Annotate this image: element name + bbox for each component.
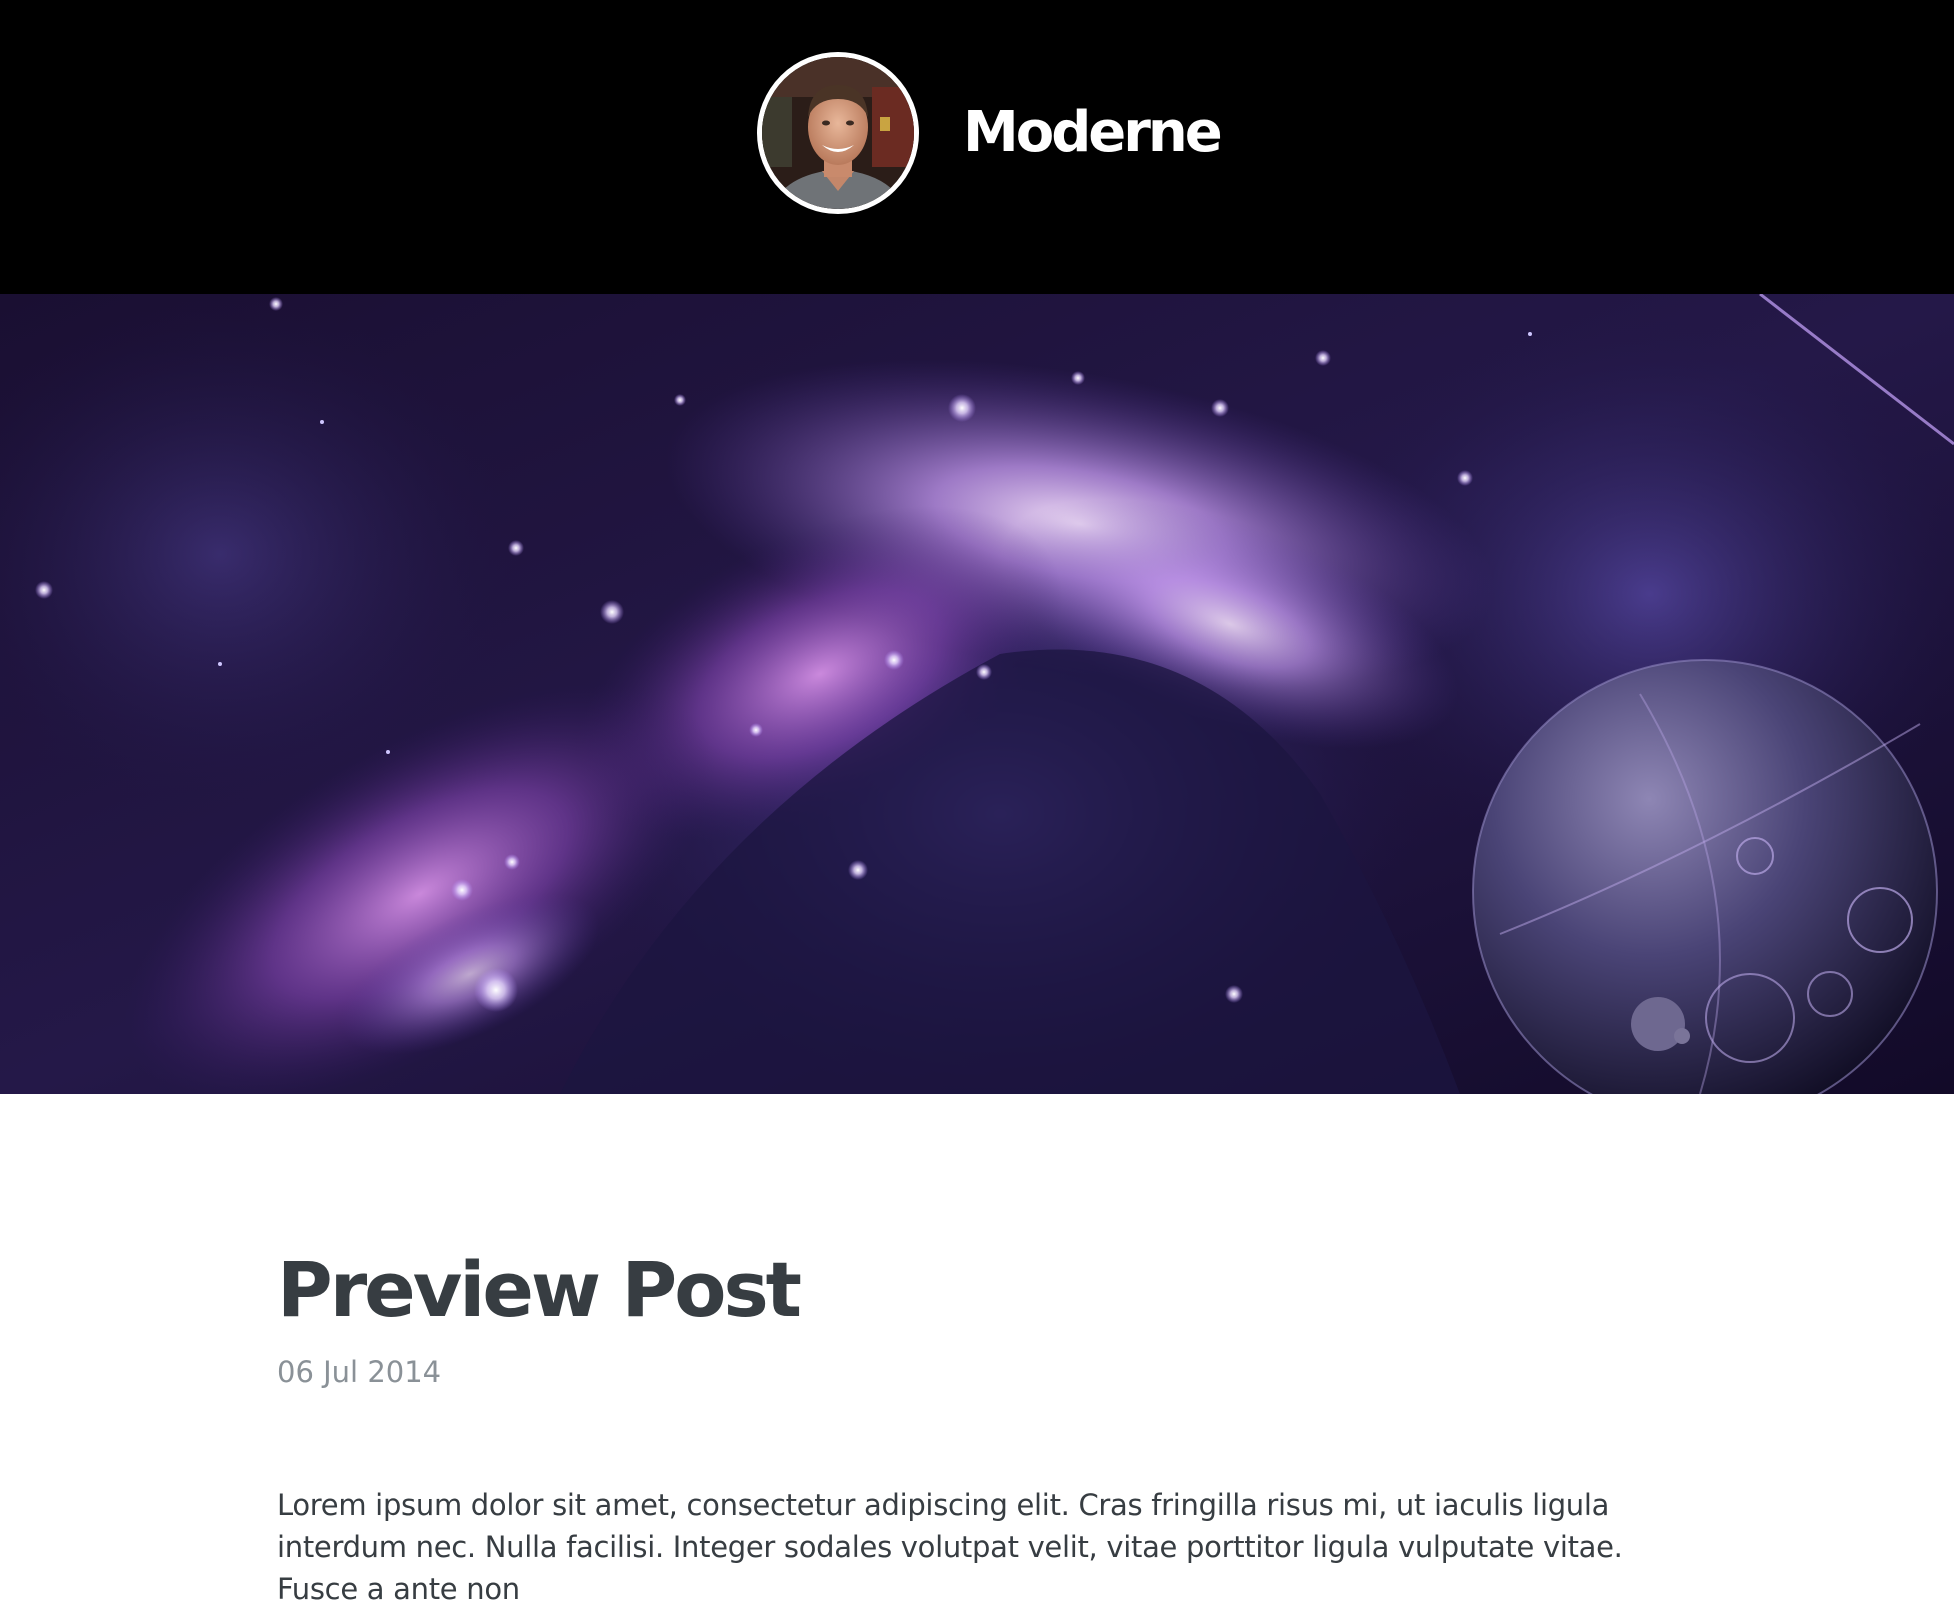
avatar-link[interactable]	[757, 52, 919, 214]
site-title[interactable]: Moderne	[963, 92, 1223, 174]
site-header: Moderne	[0, 0, 1954, 294]
nebula-illustration	[0, 294, 1954, 1094]
post-body: Lorem ipsum dolor sit amet, consectetur …	[277, 1488, 1623, 1606]
post-date: 06 Jul 2014	[277, 1355, 442, 1389]
avatar-photo	[762, 57, 914, 209]
post: Preview Post 06 Jul 2014 Lorem ipsum dol…	[277, 1240, 1697, 1610]
hero-image	[0, 294, 1954, 1094]
post-title: Preview Post	[277, 1245, 802, 1334]
avatar	[757, 52, 919, 214]
